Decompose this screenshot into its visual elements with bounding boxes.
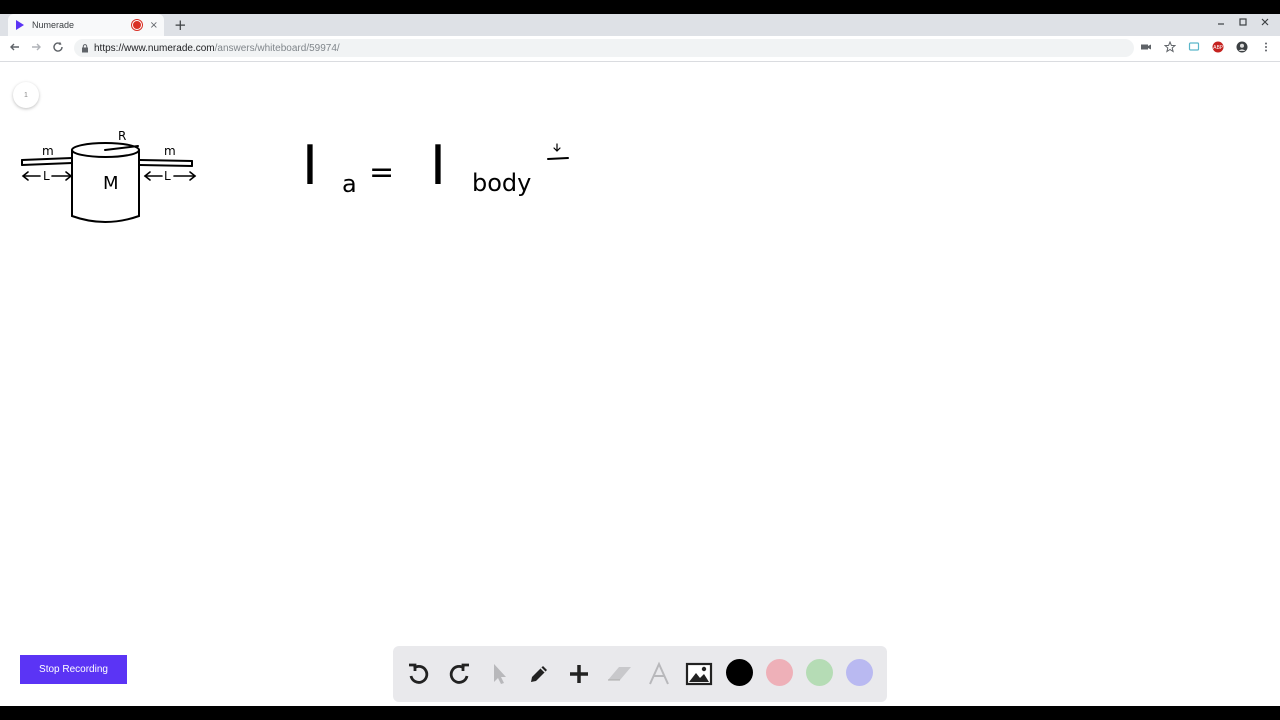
radius-line [104,145,139,151]
equation: I a = I body [302,134,569,198]
recording-indicator-icon [131,20,142,30]
reload-icon[interactable] [51,40,65,54]
equation-equals: = [369,155,394,190]
eraser-icon [608,667,631,681]
pointer-icon [494,664,506,684]
equation-lhs-subscript: a [342,170,357,198]
tab-title: Numerade [32,20,75,30]
color-pink-swatch[interactable] [766,659,793,686]
pen-tool-button[interactable] [525,660,553,688]
forward-icon[interactable] [29,40,43,54]
numerade-logo-icon [16,20,24,30]
extension-icon[interactable]: ABP [1212,41,1224,53]
cast-icon[interactable] [1188,41,1200,53]
text-tool-button[interactable] [645,660,673,688]
pointer-tool-button[interactable] [485,660,513,688]
equation-rhs-subscript: body [472,169,531,197]
right-rod-top [139,159,193,162]
color-purple-swatch[interactable] [846,659,873,686]
left-rod-top [21,157,73,161]
add-button[interactable] [565,660,593,688]
cylinder-diagram: M m m R L L [21,129,197,223]
omnibar-actions: ABP [1140,41,1272,53]
lock-icon [82,44,88,53]
profile-avatar-icon[interactable] [1236,41,1248,53]
svg-text:ABP: ABP [1213,45,1223,51]
mass-label-right: m [164,144,176,158]
omnibar: https://www.numerade.com/answers/whitebo… [0,36,1280,62]
url-host: https://www.numerade.com [94,42,215,54]
browser-tab[interactable]: Numerade × [8,14,164,36]
image-icon [685,662,713,686]
text-icon [649,661,669,685]
close-tab-icon[interactable]: × [150,20,158,31]
mass-label-left: m [42,144,54,158]
tab-strip: Numerade × + [0,14,1280,36]
camera-icon[interactable] [1140,41,1152,53]
minimize-icon[interactable] [1216,17,1226,27]
close-window-icon[interactable] [1260,17,1270,27]
restore-icon[interactable] [1238,17,1248,27]
image-tool-button[interactable] [685,660,713,688]
top-letterbox [0,0,1280,14]
add-icon [570,665,588,683]
eraser-tool-button[interactable] [605,660,633,688]
back-icon[interactable] [8,40,22,54]
pen-icon [531,666,547,682]
radius-label: R [118,129,126,143]
undo-button[interactable] [405,660,433,688]
pen-stroke-dash [547,157,569,160]
address-bar[interactable]: https://www.numerade.com/answers/whitebo… [74,39,1134,57]
bottom-letterbox [0,706,1280,720]
color-green-swatch[interactable] [806,659,833,686]
url-text: https://www.numerade.com/answers/whitebo… [94,43,340,54]
mass-label-big: M [103,173,119,194]
redo-icon [449,663,469,684]
stop-recording-button[interactable]: Stop Recording [20,655,127,684]
pen-cursor-icon [553,143,561,152]
whiteboard-canvas[interactable]: 1 M m m R L L I a = I body Stop Recordin… [0,62,1280,706]
equation-lhs: I [302,134,318,197]
redo-button[interactable] [445,660,473,688]
window-controls [1216,17,1270,27]
color-black-swatch[interactable] [726,659,753,686]
right-rod-bottom [139,164,193,167]
equation-rhs: I [430,134,446,197]
url-path: /answers/whiteboard/59974/ [214,42,340,54]
length-label-right: L [164,169,171,183]
drawing-toolbar [393,646,887,702]
length-label-left: L [43,169,50,183]
new-tab-button[interactable]: + [174,16,187,34]
more-menu-icon[interactable] [1260,41,1272,53]
bookmark-star-icon[interactable] [1164,41,1176,53]
left-rod-bottom [21,162,73,166]
undo-icon [409,663,429,684]
